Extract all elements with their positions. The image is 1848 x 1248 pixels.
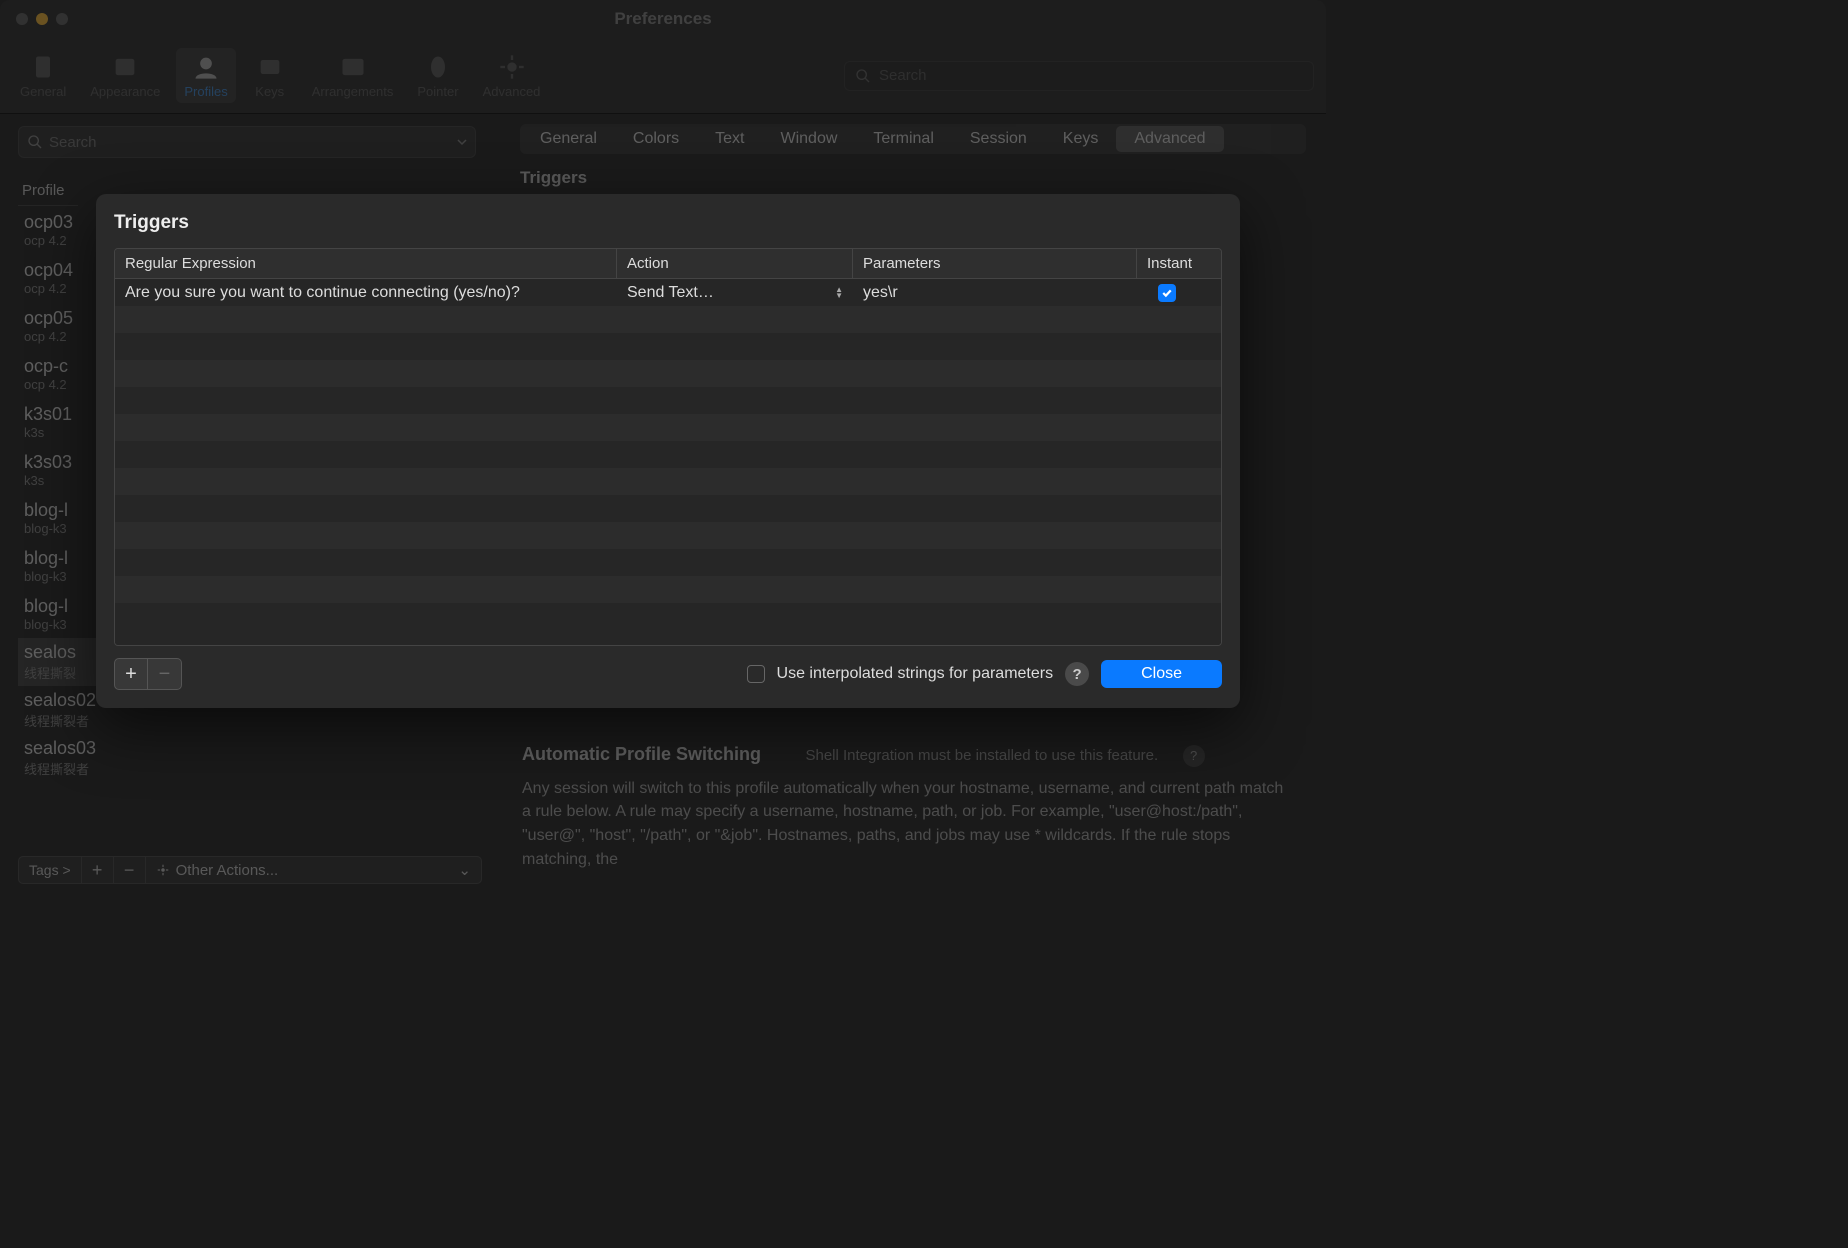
subtab-advanced[interactable]: Advanced [1116, 126, 1223, 152]
subtab-general[interactable]: General [522, 126, 615, 152]
toolbar-appearance[interactable]: Appearance [82, 48, 168, 103]
titlebar: Preferences [0, 0, 1326, 38]
chevron-down-icon: ⌄ [458, 861, 471, 879]
window-minimize-button[interactable] [36, 13, 48, 25]
toolbar-search[interactable] [844, 61, 1314, 91]
subtabs: GeneralColorsTextWindowTerminalSessionKe… [520, 124, 1306, 154]
table-row[interactable] [115, 495, 1221, 522]
table-row[interactable]: Are you sure you want to continue connec… [115, 279, 1221, 306]
profile-list-header: Profile [18, 176, 78, 206]
table-row[interactable] [115, 306, 1221, 333]
table-header: Regular Expression Action Parameters Ins… [115, 249, 1221, 279]
table-row[interactable] [115, 549, 1221, 576]
modal-title: Triggers [114, 212, 1222, 234]
close-button[interactable]: Close [1101, 660, 1222, 688]
window-zoom-button[interactable] [56, 13, 68, 25]
subtab-colors[interactable]: Colors [615, 126, 697, 152]
help-button[interactable]: ? [1065, 662, 1089, 686]
table-body[interactable]: Are you sure you want to continue connec… [115, 279, 1221, 645]
dropdown-icon: ▲▼ [835, 287, 843, 299]
tags-button[interactable]: Tags > [18, 856, 82, 884]
search-icon [27, 134, 43, 150]
sidebar-search[interactable] [18, 126, 476, 158]
interpolated-label: Use interpolated strings for parameters [777, 665, 1054, 683]
gear-icon [156, 863, 170, 877]
subtab-session[interactable]: Session [952, 126, 1045, 152]
window-close-button[interactable] [16, 13, 28, 25]
profile-item[interactable]: sealos03线程撕裂者 [18, 734, 482, 782]
toolbar-search-input[interactable] [879, 67, 1303, 84]
aps-body: Any session will switch to this profile … [522, 777, 1296, 872]
cell-instant[interactable] [1137, 284, 1197, 302]
advanced-icon [494, 52, 530, 82]
arrangements-icon [335, 52, 371, 82]
keys-icon [252, 52, 288, 82]
table-row[interactable] [115, 387, 1221, 414]
add-trigger-button[interactable]: + [114, 658, 148, 690]
profile-sub: 线程撕裂者 [24, 759, 476, 778]
cell-regex[interactable]: Are you sure you want to continue connec… [115, 284, 617, 302]
toolbar-arrangements[interactable]: Arrangements [304, 48, 402, 103]
toolbar-pointer[interactable]: Pointer [409, 48, 466, 103]
remove-profile-button[interactable]: − [114, 856, 146, 884]
toolbar-general[interactable]: General [12, 48, 74, 103]
col-regex[interactable]: Regular Expression [115, 249, 617, 278]
table-row[interactable] [115, 333, 1221, 360]
profiles-icon [188, 52, 224, 82]
col-instant[interactable]: Instant [1137, 249, 1202, 278]
table-row[interactable] [115, 414, 1221, 441]
profile-sub: 线程撕裂者 [24, 711, 476, 730]
toolbar-profiles[interactable]: Profiles [176, 48, 235, 103]
subtab-text[interactable]: Text [697, 126, 762, 152]
section-triggers-title: Triggers [520, 168, 1306, 188]
other-actions-dropdown[interactable]: Other Actions... ⌄ [146, 856, 482, 884]
pointer-icon [420, 52, 456, 82]
general-icon [25, 52, 61, 82]
table-row[interactable] [115, 468, 1221, 495]
sidebar-search-input[interactable] [49, 134, 451, 151]
aps-title: Automatic Profile Switching [522, 744, 761, 765]
toolbar: General Appearance Profiles Keys Arrange… [0, 38, 1326, 114]
subtab-terminal[interactable]: Terminal [855, 126, 951, 152]
add-profile-button[interactable]: + [82, 856, 114, 884]
appearance-icon [107, 52, 143, 82]
profile-name: sealos03 [24, 738, 476, 759]
triggers-table: Regular Expression Action Parameters Ins… [114, 248, 1222, 646]
window-title: Preferences [614, 9, 711, 29]
table-row[interactable] [115, 576, 1221, 603]
cell-params[interactable]: yes\r [853, 284, 1137, 302]
automatic-profile-switching-section: Automatic Profile Switching Shell Integr… [522, 744, 1296, 871]
table-row[interactable] [115, 522, 1221, 549]
triggers-modal: Triggers Regular Expression Action Param… [96, 194, 1240, 708]
help-icon[interactable]: ? [1183, 745, 1205, 767]
cell-action[interactable]: Send Text…▲▼ [617, 284, 853, 302]
interpolated-checkbox[interactable] [747, 665, 765, 683]
subtab-keys[interactable]: Keys [1045, 126, 1117, 152]
toolbar-advanced[interactable]: Advanced [475, 48, 549, 103]
chevron-down-icon[interactable] [457, 137, 467, 147]
toolbar-keys[interactable]: Keys [244, 48, 296, 103]
remove-trigger-button[interactable]: − [148, 658, 182, 690]
table-row[interactable] [115, 360, 1221, 387]
search-icon [855, 68, 871, 84]
col-params[interactable]: Parameters [853, 249, 1137, 278]
checkbox-checked-icon[interactable] [1158, 284, 1176, 302]
subtab-window[interactable]: Window [763, 126, 856, 152]
col-action[interactable]: Action [617, 249, 853, 278]
table-row[interactable] [115, 441, 1221, 468]
aps-note: Shell Integration must be installed to u… [805, 747, 1158, 764]
